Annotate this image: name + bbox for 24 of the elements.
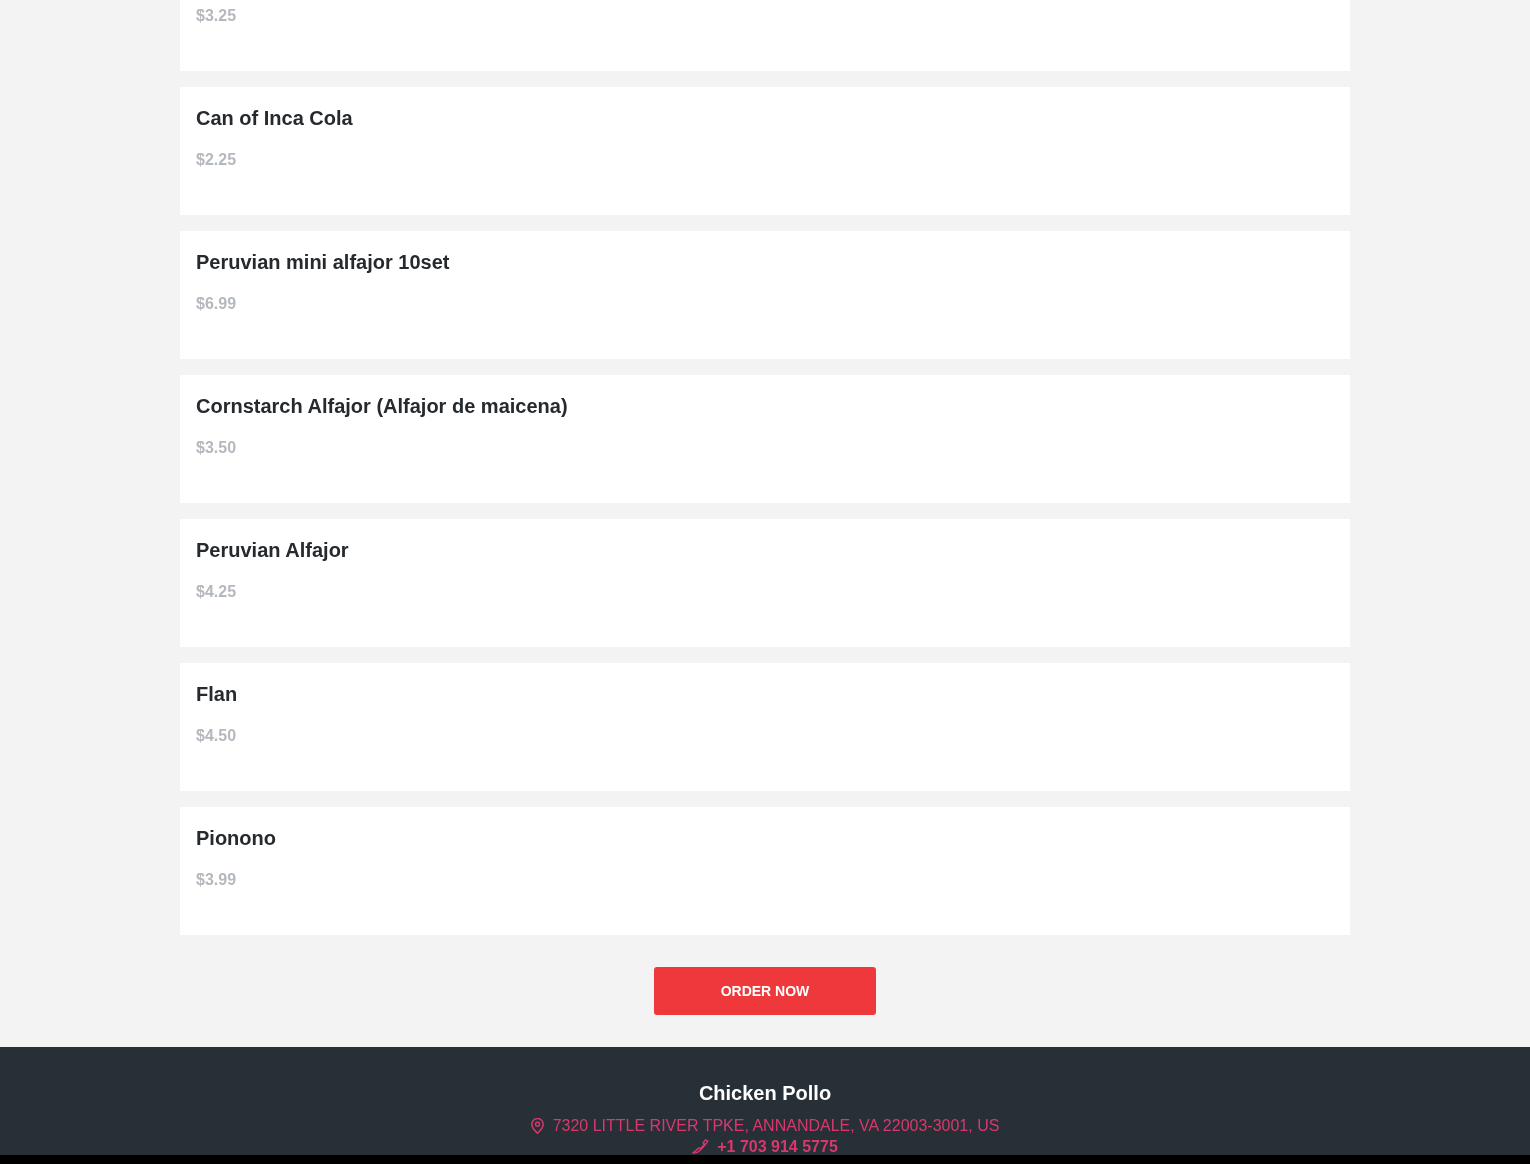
item-price: $4.25 [196,582,237,602]
item-price: $3.25 [196,6,237,26]
item-name: Can of Inca Cola [196,106,353,130]
item-price: $4.50 [196,726,237,746]
phone-icon [692,1139,710,1154]
menu-item-card[interactable]: Pionono $3.99 [180,807,1350,935]
item-price: $3.99 [196,870,237,890]
item-price: $2.25 [196,150,237,170]
item-name: Flan [196,682,238,706]
menu-item-card[interactable]: Can of Inca Cola $2.25 [180,87,1350,215]
map-pin-icon [530,1118,544,1134]
item-name: Peruvian mini alfajor 10set [196,250,450,274]
restaurant-name: Chicken Pollo [698,1081,832,1105]
menu-item-card[interactable]: Flan $4.50 [180,663,1350,791]
address-text: 7320 LITTLE RIVER TPKE, ANNANDALE, VA 22003-3001, US [552,1116,1000,1136]
menu-item-card[interactable]: Peruvian Alfajor $4.25 [180,519,1350,647]
menu-item-card[interactable]: Peruvian mini alfajor 10set $6.99 [180,231,1350,359]
order-now-button[interactable]: ORDER NOW [654,967,876,1015]
item-name: Pionono [196,826,276,850]
item-price: $3.50 [196,438,237,458]
item-name: Peruvian Alfajor [196,538,349,562]
item-name: Cornstarch Alfajor (Alfajor de maicena) [196,394,568,418]
menu-item-card[interactable]: Cornstarch Alfajor (Alfajor de maicena) $3.50 [180,375,1350,503]
item-price: $6.99 [196,294,237,314]
